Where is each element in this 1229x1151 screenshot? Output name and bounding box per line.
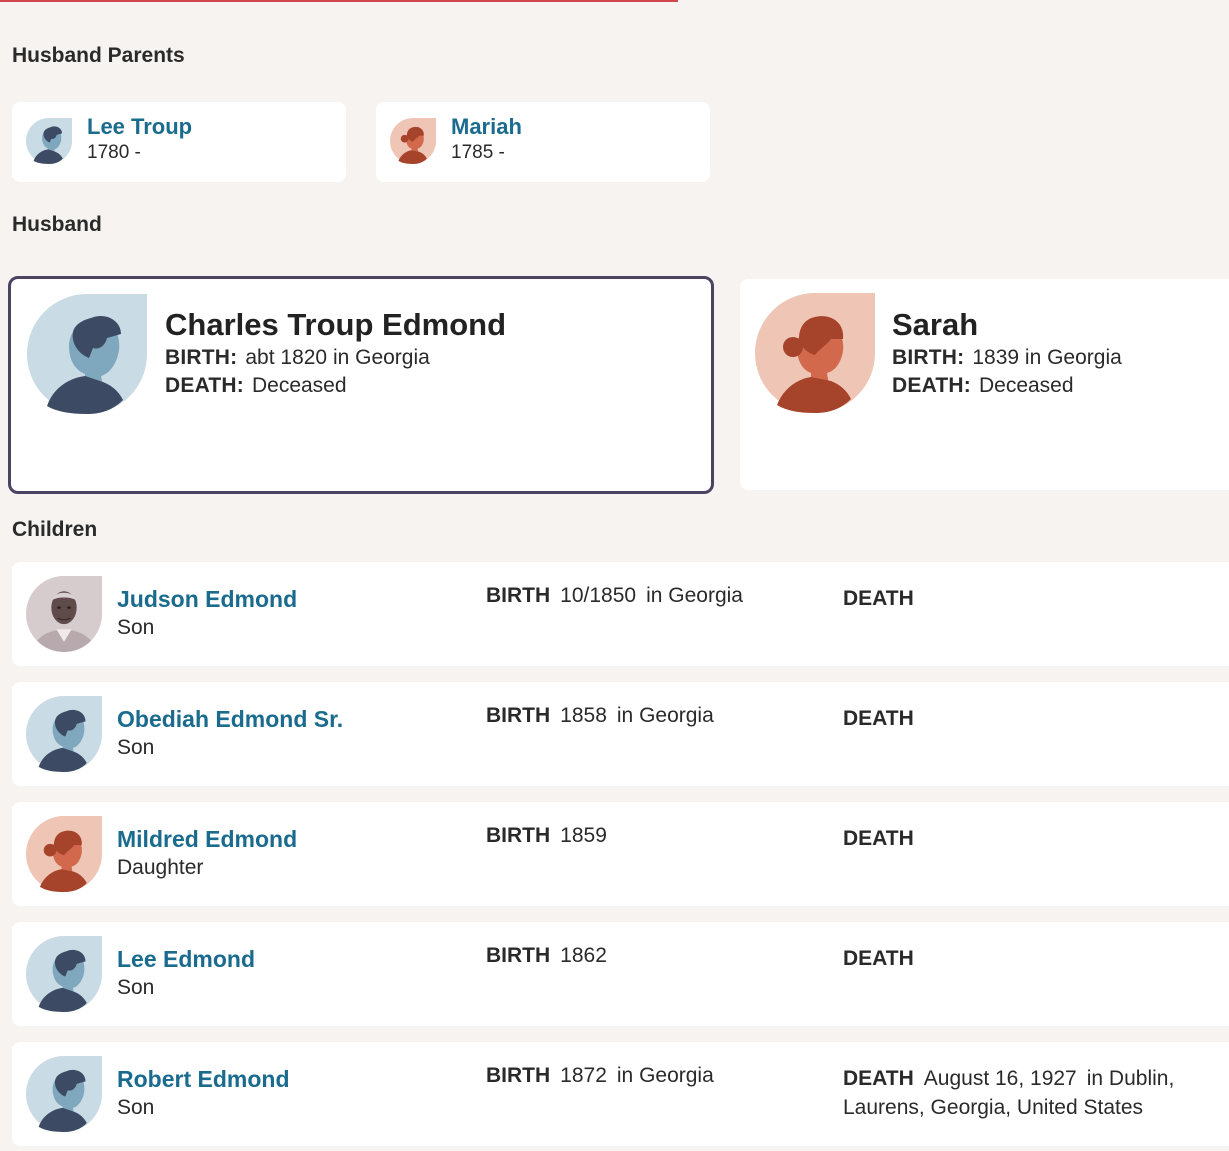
child-name-link[interactable]: Obediah Edmond Sr.: [117, 706, 343, 733]
child-row[interactable]: Judson Edmond Son BIRTH 10/1850 in Georgia…: [12, 562, 1229, 666]
birth-place: in Georgia: [616, 704, 714, 727]
male-avatar-icon: [26, 1056, 102, 1132]
parent-card-father[interactable]: Lee Troup 1780 -: [12, 102, 346, 182]
children-heading: Children: [12, 518, 98, 541]
death-value: Deceased: [251, 374, 347, 397]
birth-date: 1858: [560, 704, 607, 727]
child-relation: Son: [117, 1096, 155, 1119]
child-relation: Son: [117, 616, 155, 639]
birth-label: BIRTH: [486, 704, 551, 727]
active-tab-indicator: [0, 0, 678, 2]
birth-date: 1859: [560, 824, 607, 847]
child-relation: Son: [117, 976, 155, 999]
child-birth: BIRTH 1858 in Georgia: [486, 704, 714, 728]
birth-label: BIRTH:: [165, 346, 238, 369]
parent-name-link[interactable]: Mariah: [451, 114, 522, 140]
husband-parents-heading: Husband Parents: [12, 44, 185, 67]
child-birth: BIRTH 1862: [486, 944, 617, 968]
person-photo: [26, 576, 102, 652]
husband-name[interactable]: Charles Troup Edmond: [165, 307, 506, 343]
male-avatar-icon: [26, 936, 102, 1012]
child-death: DEATH: [843, 824, 1213, 853]
death-value: Deceased: [978, 374, 1074, 397]
birth-label: BIRTH: [486, 584, 551, 607]
family-group-page: Husband Parents Lee Troup 1780 - Mariah …: [0, 0, 1229, 1151]
death-label: DEATH: [843, 947, 914, 970]
death-label: DEATH: [843, 707, 914, 730]
husband-death: DEATH: Deceased: [165, 374, 347, 398]
child-row[interactable]: Obediah Edmond Sr. Son BIRTH 1858 in Georg…: [12, 682, 1229, 786]
birth-place: in Georgia: [616, 1064, 714, 1087]
child-name-link[interactable]: Lee Edmond: [117, 946, 255, 973]
wife-name[interactable]: Sarah: [892, 307, 978, 343]
parent-dates: 1785 -: [451, 142, 505, 163]
male-avatar-icon: [27, 294, 147, 414]
child-relation: Daughter: [117, 856, 204, 879]
birth-date: 1862: [560, 944, 607, 967]
child-death: DEATH August 16, 1927 in Dublin, Laurens, …: [843, 1064, 1213, 1122]
wife-death: DEATH: Deceased: [892, 374, 1074, 398]
birth-date: 1872: [560, 1064, 607, 1087]
birth-value: 1839 in Georgia: [972, 346, 1122, 369]
female-avatar-icon: [26, 816, 102, 892]
male-avatar-icon: [26, 696, 102, 772]
parent-dates: 1780 -: [87, 142, 141, 163]
death-label: DEATH: [843, 587, 914, 610]
wife-birth: BIRTH: 1839 in Georgia: [892, 346, 1122, 370]
child-birth: BIRTH 1872 in Georgia: [486, 1064, 714, 1088]
death-label: DEATH: [843, 827, 914, 850]
parent-card-mother[interactable]: Mariah 1785 -: [376, 102, 710, 182]
birth-label: BIRTH: [486, 1064, 551, 1087]
parent-name-link[interactable]: Lee Troup: [87, 114, 192, 140]
death-label: DEATH:: [892, 374, 971, 397]
wife-card[interactable]: Sarah BIRTH: 1839 in Georgia DEATH: Deceas…: [740, 279, 1229, 490]
child-row[interactable]: Lee Edmond Son BIRTH 1862 DEATH: [12, 922, 1229, 1026]
death-label: DEATH: [843, 1067, 914, 1090]
child-death: DEATH: [843, 704, 1213, 733]
child-name-link[interactable]: Mildred Edmond: [117, 826, 297, 853]
birth-label: BIRTH: [486, 824, 551, 847]
husband-heading: Husband: [12, 213, 102, 236]
child-birth: BIRTH 10/1850 in Georgia: [486, 584, 743, 608]
birth-place: in Georgia: [646, 584, 743, 607]
child-row[interactable]: Mildred Edmond Daughter BIRTH 1859 DEATH: [12, 802, 1229, 906]
death-date: August 16, 1927: [923, 1067, 1077, 1090]
female-avatar-icon: [755, 293, 875, 413]
child-name-link[interactable]: Judson Edmond: [117, 586, 297, 613]
husband-card[interactable]: Charles Troup Edmond BIRTH: abt 1820 in G…: [8, 276, 714, 494]
husband-birth: BIRTH: abt 1820 in Georgia: [165, 346, 430, 370]
child-death: DEATH: [843, 944, 1213, 973]
birth-value: abt 1820 in Georgia: [245, 346, 430, 369]
child-death: DEATH: [843, 584, 1213, 613]
child-row[interactable]: Robert Edmond Son BIRTH 1872 in Georgia DE…: [12, 1042, 1229, 1146]
child-relation: Son: [117, 736, 155, 759]
birth-label: BIRTH: [486, 944, 551, 967]
male-avatar-icon: [26, 118, 72, 164]
child-birth: BIRTH 1859: [486, 824, 617, 848]
birth-date: 10/1850: [560, 584, 637, 607]
child-name-link[interactable]: Robert Edmond: [117, 1066, 290, 1093]
birth-label: BIRTH:: [892, 346, 965, 369]
female-avatar-icon: [390, 118, 436, 164]
death-label: DEATH:: [165, 374, 244, 397]
